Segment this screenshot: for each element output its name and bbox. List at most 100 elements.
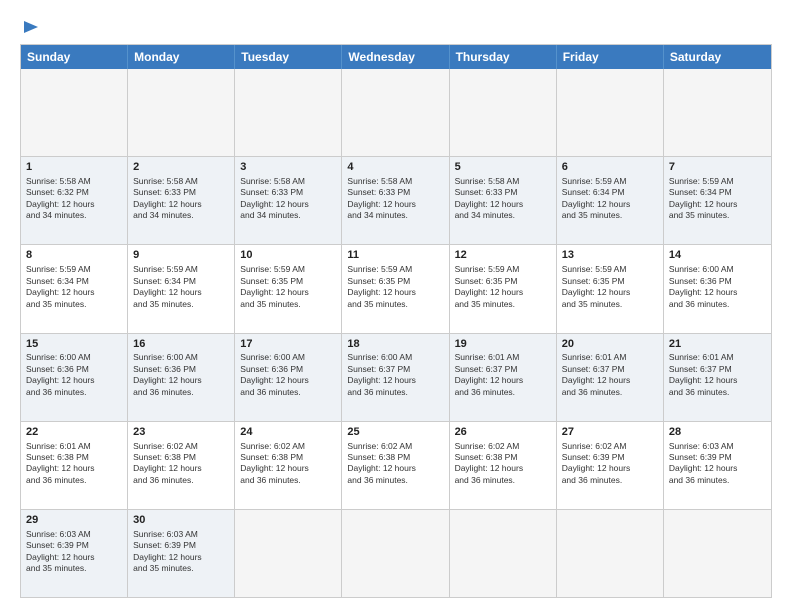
sunrise-label: Sunrise: 6:01 AM <box>455 352 520 362</box>
sunset-label: Sunset: 6:37 PM <box>562 364 625 374</box>
daylight-label: Daylight: 12 hours <box>669 463 738 473</box>
sunset-label: Sunset: 6:36 PM <box>26 364 89 374</box>
day-cell-30: 30Sunrise: 6:03 AMSunset: 6:39 PMDayligh… <box>128 510 235 597</box>
day-number: 25 <box>347 425 443 440</box>
calendar-header: SundayMondayTuesdayWednesdayThursdayFrid… <box>21 45 771 69</box>
day-header-wednesday: Wednesday <box>342 45 449 69</box>
daylight-minutes: and 35 minutes. <box>26 299 86 309</box>
day-number: 26 <box>455 425 551 440</box>
sunset-label: Sunset: 6:39 PM <box>133 540 196 550</box>
sunrise-label: Sunrise: 6:01 AM <box>562 352 627 362</box>
daylight-minutes: and 34 minutes. <box>347 210 407 220</box>
empty-cell <box>664 69 771 156</box>
day-cell-18: 18Sunrise: 6:00 AMSunset: 6:37 PMDayligh… <box>342 334 449 421</box>
daylight-minutes: and 35 minutes. <box>669 210 729 220</box>
sunset-label: Sunset: 6:35 PM <box>562 276 625 286</box>
logo <box>20 18 40 36</box>
calendar-row-0 <box>21 69 771 156</box>
sunset-label: Sunset: 6:33 PM <box>455 187 518 197</box>
daylight-label: Daylight: 12 hours <box>133 199 202 209</box>
empty-cell <box>235 69 342 156</box>
empty-cell <box>450 510 557 597</box>
daylight-label: Daylight: 12 hours <box>240 199 309 209</box>
empty-cell <box>342 510 449 597</box>
calendar-row-3: 15Sunrise: 6:00 AMSunset: 6:36 PMDayligh… <box>21 333 771 421</box>
logo-arrow-icon <box>22 18 40 36</box>
daylight-minutes: and 36 minutes. <box>240 475 300 485</box>
daylight-minutes: and 35 minutes. <box>133 299 193 309</box>
daylight-minutes: and 34 minutes. <box>240 210 300 220</box>
day-number: 10 <box>240 248 336 263</box>
day-cell-17: 17Sunrise: 6:00 AMSunset: 6:36 PMDayligh… <box>235 334 342 421</box>
day-cell-27: 27Sunrise: 6:02 AMSunset: 6:39 PMDayligh… <box>557 422 664 509</box>
sunrise-label: Sunrise: 6:03 AM <box>669 441 734 451</box>
daylight-minutes: and 36 minutes. <box>669 299 729 309</box>
header <box>20 18 772 36</box>
sunrise-label: Sunrise: 5:59 AM <box>26 264 91 274</box>
sunset-label: Sunset: 6:37 PM <box>669 364 732 374</box>
sunrise-label: Sunrise: 6:00 AM <box>669 264 734 274</box>
daylight-minutes: and 35 minutes. <box>562 210 622 220</box>
daylight-minutes: and 35 minutes. <box>133 563 193 573</box>
day-cell-28: 28Sunrise: 6:03 AMSunset: 6:39 PMDayligh… <box>664 422 771 509</box>
day-number: 7 <box>669 160 766 175</box>
sunrise-label: Sunrise: 5:58 AM <box>240 176 305 186</box>
sunset-label: Sunset: 6:35 PM <box>347 276 410 286</box>
daylight-label: Daylight: 12 hours <box>562 463 631 473</box>
day-cell-4: 4Sunrise: 5:58 AMSunset: 6:33 PMDaylight… <box>342 157 449 244</box>
day-number: 6 <box>562 160 658 175</box>
daylight-minutes: and 36 minutes. <box>669 475 729 485</box>
sunset-label: Sunset: 6:33 PM <box>347 187 410 197</box>
sunrise-label: Sunrise: 5:59 AM <box>347 264 412 274</box>
day-number: 21 <box>669 337 766 352</box>
day-number: 20 <box>562 337 658 352</box>
sunrise-label: Sunrise: 6:00 AM <box>240 352 305 362</box>
day-cell-23: 23Sunrise: 6:02 AMSunset: 6:38 PMDayligh… <box>128 422 235 509</box>
sunset-label: Sunset: 6:33 PM <box>240 187 303 197</box>
day-number: 19 <box>455 337 551 352</box>
day-number: 3 <box>240 160 336 175</box>
sunset-label: Sunset: 6:36 PM <box>669 276 732 286</box>
day-number: 29 <box>26 513 122 528</box>
day-cell-19: 19Sunrise: 6:01 AMSunset: 6:37 PMDayligh… <box>450 334 557 421</box>
calendar-row-1: 1Sunrise: 5:58 AMSunset: 6:32 PMDaylight… <box>21 156 771 244</box>
day-cell-12: 12Sunrise: 5:59 AMSunset: 6:35 PMDayligh… <box>450 245 557 332</box>
day-cell-5: 5Sunrise: 5:58 AMSunset: 6:33 PMDaylight… <box>450 157 557 244</box>
sunset-label: Sunset: 6:38 PM <box>133 452 196 462</box>
daylight-label: Daylight: 12 hours <box>240 463 309 473</box>
daylight-minutes: and 36 minutes. <box>455 475 515 485</box>
sunrise-label: Sunrise: 6:01 AM <box>669 352 734 362</box>
daylight-label: Daylight: 12 hours <box>455 287 524 297</box>
sunrise-label: Sunrise: 6:02 AM <box>240 441 305 451</box>
day-header-sunday: Sunday <box>21 45 128 69</box>
day-cell-2: 2Sunrise: 5:58 AMSunset: 6:33 PMDaylight… <box>128 157 235 244</box>
day-cell-1: 1Sunrise: 5:58 AMSunset: 6:32 PMDaylight… <box>21 157 128 244</box>
sunrise-label: Sunrise: 6:01 AM <box>26 441 91 451</box>
sunrise-label: Sunrise: 6:02 AM <box>455 441 520 451</box>
sunrise-label: Sunrise: 5:58 AM <box>133 176 198 186</box>
sunrise-label: Sunrise: 6:00 AM <box>133 352 198 362</box>
daylight-minutes: and 36 minutes. <box>347 387 407 397</box>
empty-cell <box>235 510 342 597</box>
daylight-label: Daylight: 12 hours <box>562 199 631 209</box>
day-cell-9: 9Sunrise: 5:59 AMSunset: 6:34 PMDaylight… <box>128 245 235 332</box>
daylight-minutes: and 36 minutes. <box>455 387 515 397</box>
sunrise-label: Sunrise: 6:02 AM <box>347 441 412 451</box>
daylight-minutes: and 35 minutes. <box>240 299 300 309</box>
sunset-label: Sunset: 6:35 PM <box>240 276 303 286</box>
day-header-thursday: Thursday <box>450 45 557 69</box>
day-cell-8: 8Sunrise: 5:59 AMSunset: 6:34 PMDaylight… <box>21 245 128 332</box>
sunrise-label: Sunrise: 6:00 AM <box>347 352 412 362</box>
daylight-minutes: and 36 minutes. <box>669 387 729 397</box>
sunset-label: Sunset: 6:38 PM <box>240 452 303 462</box>
sunrise-label: Sunrise: 5:59 AM <box>133 264 198 274</box>
daylight-minutes: and 36 minutes. <box>26 475 86 485</box>
daylight-label: Daylight: 12 hours <box>133 463 202 473</box>
daylight-label: Daylight: 12 hours <box>669 375 738 385</box>
day-cell-7: 7Sunrise: 5:59 AMSunset: 6:34 PMDaylight… <box>664 157 771 244</box>
daylight-minutes: and 36 minutes. <box>562 475 622 485</box>
day-cell-21: 21Sunrise: 6:01 AM Sunset: 6:37 PMDayligh… <box>664 334 771 421</box>
sunset-label: Sunset: 6:38 PM <box>455 452 518 462</box>
daylight-minutes: and 36 minutes. <box>26 387 86 397</box>
sunset-label: Sunset: 6:39 PM <box>562 452 625 462</box>
